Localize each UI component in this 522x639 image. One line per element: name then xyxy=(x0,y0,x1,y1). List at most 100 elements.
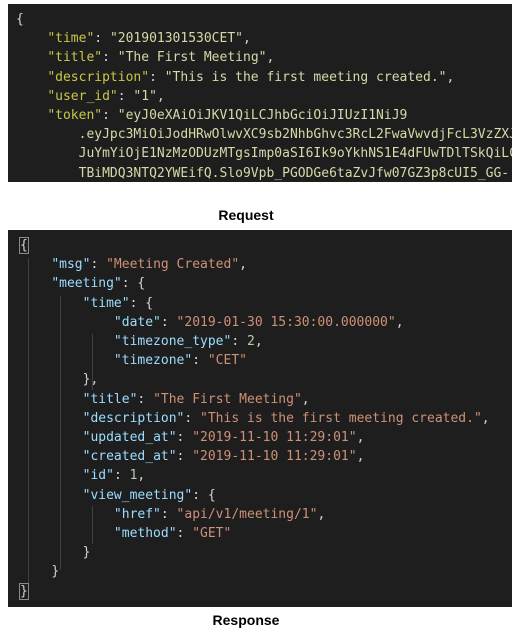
code-token: , xyxy=(156,88,165,104)
code-token: "href" xyxy=(113,506,161,522)
code-token: "description" xyxy=(82,410,185,426)
code-token: .eyJpc3MiOiJodHRwOlwvXC9sb2NhbGhvc3RcL2F… xyxy=(78,127,512,143)
code-token: 2 xyxy=(246,334,255,349)
code-line: "timezone": "CET" xyxy=(8,351,512,370)
request-caption: Request xyxy=(218,207,274,223)
code-token: TBiMDQ3NTQ2YWEifQ.Slo9Vpb_PGODGe6taZvJfw… xyxy=(78,165,510,181)
code-line: "description": "This is the first meetin… xyxy=(8,409,512,428)
code-line: } xyxy=(8,582,512,601)
code-token: , xyxy=(239,257,247,273)
code-token: "updated_at" xyxy=(82,430,177,445)
code-token: : xyxy=(117,88,134,104)
code-token: , xyxy=(395,314,404,330)
code-token: "api/v1/meeting/1" xyxy=(176,506,318,522)
code-line: "view_meeting": { xyxy=(8,486,512,505)
code-token: "The First Meeting" xyxy=(117,50,267,66)
code-token: "timezone" xyxy=(113,353,193,369)
code-token: , xyxy=(446,69,455,85)
code-token: "eyJ0eXAiOiJKV1QiLCJhbGciOiJIUzI1NiJ9 xyxy=(117,108,408,123)
code-token: : xyxy=(113,468,130,484)
code-line: { xyxy=(8,10,512,29)
code-token: "description" xyxy=(47,69,150,85)
code-token: "2019-11-10 11:29:01" xyxy=(192,430,357,445)
code-token: "1" xyxy=(133,88,157,104)
response-code-panel: { "msg": "Meeting Created", "meeting": {… xyxy=(8,230,512,607)
code-line: "id": 1, xyxy=(8,466,512,485)
code-line: "token": "eyJ0eXAiOiJKV1QiLCJhbGciOiJIUz… xyxy=(8,106,512,125)
code-line: } xyxy=(8,562,512,581)
code-token: , xyxy=(301,391,310,407)
code-line: "time": { xyxy=(8,294,512,313)
code-token: , xyxy=(356,430,365,445)
code-token: } xyxy=(19,582,29,600)
code-line: "time": "201901301530CET", xyxy=(8,29,512,48)
code-token: : xyxy=(160,506,177,522)
code-token: , xyxy=(266,50,275,66)
code-line: "href": "api/v1/meeting/1", xyxy=(8,505,512,524)
code-token: "date" xyxy=(113,314,161,330)
code-token: "token" xyxy=(47,108,103,123)
code-token: "Meeting Created" xyxy=(106,257,240,273)
code-token: "The First Meeting" xyxy=(153,391,302,407)
code-token: "CET" xyxy=(207,353,247,369)
code-token: "title" xyxy=(82,391,138,407)
code-line: "user_id": "1", xyxy=(8,87,512,106)
code-line: { xyxy=(8,236,512,255)
code-token: "user_id" xyxy=(47,88,118,104)
code-token: "meeting" xyxy=(51,276,122,292)
code-line: "title": "The First Meeting", xyxy=(8,48,512,67)
code-line: }, xyxy=(8,370,512,389)
code-token: "time" xyxy=(82,295,130,311)
code-line: "created_at": "2019-11-10 11:29:01", xyxy=(8,447,512,466)
request-code-panel: { "time": "201901301530CET", "title": "T… xyxy=(8,4,512,182)
code-line: .eyJpc3MiOiJodHRwOlwvXC9sb2NhbGhvc3RcL2F… xyxy=(8,125,512,144)
code-token: { xyxy=(19,237,29,254)
code-token: : xyxy=(176,449,193,465)
code-line: "updated_at": "2019-11-10 11:29:01", xyxy=(8,428,512,447)
code-token: "201901301530CET" xyxy=(109,31,243,47)
code-token: : xyxy=(137,391,154,407)
code-token: "timezone_type" xyxy=(113,334,232,349)
code-line: "msg": "Meeting Created", xyxy=(8,255,512,274)
code-line: "title": "The First Meeting", xyxy=(8,390,512,409)
code-token: : xyxy=(192,353,208,369)
code-token: : xyxy=(90,257,107,273)
code-token: , xyxy=(254,334,263,349)
code-line: "date": "2019-01-30 15:30:00.000000", xyxy=(8,313,512,332)
code-token: : xyxy=(184,410,201,426)
code-token: "created_at" xyxy=(82,449,177,465)
code-token: } xyxy=(51,564,60,580)
code-token: "msg" xyxy=(51,257,91,273)
code-token: "view_meeting" xyxy=(82,487,193,503)
code-token: "time" xyxy=(47,31,95,47)
code-token: , xyxy=(481,410,490,426)
code-token: : { xyxy=(121,276,146,292)
response-caption: Response xyxy=(212,612,280,628)
code-token: "GET" xyxy=(192,526,232,541)
code-token: "2019-11-10 11:29:01" xyxy=(192,449,357,465)
code-token: : xyxy=(102,50,118,66)
code-token: : xyxy=(102,108,118,123)
code-token: "title" xyxy=(47,50,103,66)
code-line: } xyxy=(8,543,512,562)
